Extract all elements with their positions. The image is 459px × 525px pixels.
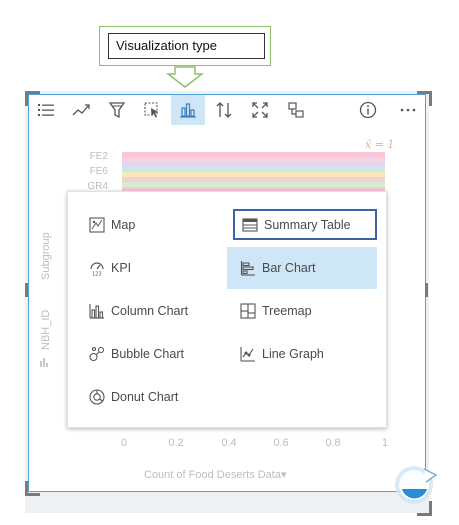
select-icon: [144, 102, 158, 118]
flip-card-icon: [288, 102, 304, 118]
more-options-button[interactable]: [391, 95, 425, 125]
flip-card-button[interactable]: [279, 95, 313, 125]
x-tick: 0.2: [168, 437, 184, 449]
menu-item-donut-chart[interactable]: Donut Chart: [88, 377, 236, 417]
menu-item-column-chart[interactable]: Column Chart: [88, 291, 236, 331]
menu-item-label: Bubble Chart: [111, 347, 184, 361]
menu-item-label: Line Graph: [262, 347, 324, 361]
treemap-icon: [239, 303, 256, 319]
resize-handle-left[interactable]: [25, 283, 28, 297]
maximize-button[interactable]: [243, 95, 277, 125]
more-icon: [400, 108, 416, 112]
x-axis-label-text: Count of Food Deserts Data: [144, 469, 281, 481]
y-axis-subgroup-label[interactable]: Subgroup: [40, 232, 52, 280]
menu-item-label: Treemap: [262, 304, 312, 318]
menu-item-line-graph[interactable]: Line Graph: [239, 334, 387, 374]
mean-label: x̄ = 1: [365, 138, 395, 151]
kpi-icon: 123: [89, 262, 104, 277]
menu-item-kpi[interactable]: 123 KPI: [88, 248, 236, 288]
category-label: FE6: [89, 166, 108, 177]
summary-table-icon: [241, 217, 258, 232]
sort-button[interactable]: [207, 95, 241, 125]
bar-chart-icon: [240, 261, 255, 276]
callout-arrow: [166, 66, 204, 88]
menu-item-bubble-chart[interactable]: Bubble Chart: [88, 334, 236, 374]
bubble-chart-icon: [88, 346, 104, 362]
map-icon: [88, 217, 105, 233]
menu-item-treemap[interactable]: Treemap: [239, 291, 387, 331]
x-tick: 0: [120, 437, 128, 449]
resize-handle-bottom-left[interactable]: [25, 481, 40, 496]
maximize-icon: [252, 102, 268, 118]
card-toolbar: [29, 95, 425, 125]
x-tick: 1: [381, 437, 389, 449]
menu-item-label: Summary Table: [264, 217, 351, 232]
x-tick: 0.4: [221, 437, 237, 449]
x-tick: 0.8: [325, 437, 341, 449]
menu-item-label: KPI: [111, 261, 132, 275]
legend-list-icon: [38, 104, 54, 116]
category-label: FE2: [89, 151, 108, 162]
y-axis-nbh-label[interactable]: NBH_ID: [40, 310, 52, 350]
resize-handle-right[interactable]: [425, 283, 428, 297]
select-button[interactable]: [135, 95, 169, 125]
menu-item-bar-chart[interactable]: Bar Chart: [227, 247, 377, 289]
legend-button[interactable]: [29, 95, 63, 125]
column-chart-mini-icon: [40, 358, 48, 367]
callout-label: Visualization type: [108, 33, 265, 59]
menu-item-map[interactable]: Map: [88, 205, 236, 245]
menu-item-summary-table[interactable]: Summary Table: [233, 209, 377, 240]
donut-chart-icon: [88, 389, 105, 405]
menu-item-label: Map: [111, 218, 136, 232]
x-tick: 0.6: [273, 437, 289, 449]
line-graph-icon: [239, 347, 255, 362]
sort-icon: [216, 102, 232, 118]
visualization-type-button[interactable]: [171, 95, 205, 125]
menu-item-label: Bar Chart: [262, 261, 316, 275]
caret-down-icon: ▾: [280, 469, 287, 481]
trend-button[interactable]: [64, 95, 98, 125]
bar-chart-icon: [180, 103, 196, 118]
info-icon: [359, 101, 377, 119]
visualization-type-callout: Visualization type: [99, 26, 271, 66]
x-axis-label[interactable]: Count of Food Deserts Data▾: [144, 468, 287, 481]
filter-icon: [108, 102, 126, 119]
menu-item-label: Donut Chart: [111, 390, 179, 404]
trend-line-icon: [72, 104, 90, 116]
menu-item-label: Column Chart: [111, 304, 189, 318]
info-button[interactable]: [351, 95, 385, 125]
flip-card-fab[interactable]: [394, 463, 438, 507]
column-chart-icon: [88, 304, 104, 319]
svg-text:123: 123: [92, 272, 102, 277]
visualization-type-menu: Map Summary Table 123 KPI Bar Chart Colu…: [67, 191, 387, 428]
filter-button[interactable]: [100, 95, 134, 125]
